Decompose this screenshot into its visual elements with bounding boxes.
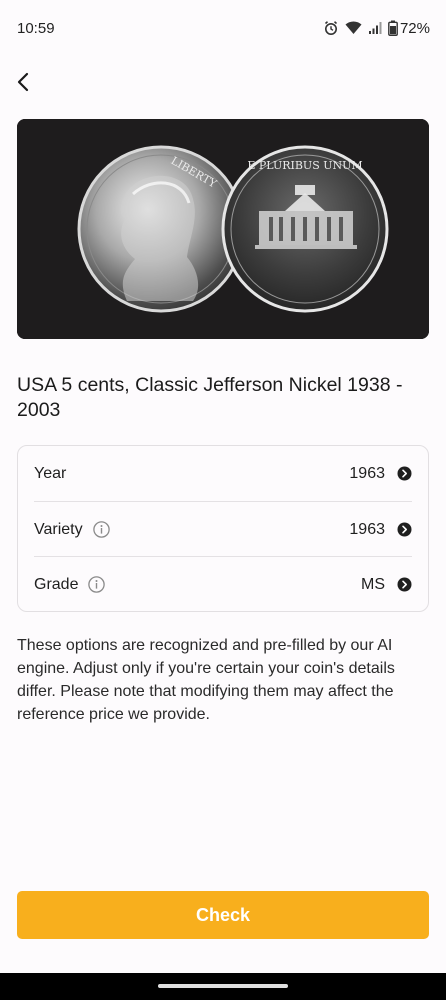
option-label-grade: Grade bbox=[34, 575, 79, 593]
status-bar: 10:59 72% bbox=[0, 0, 446, 56]
coin-title: USA 5 cents, Classic Jefferson Nickel 19… bbox=[17, 374, 403, 421]
chevron-right-circle-icon bbox=[397, 466, 412, 481]
wifi-icon bbox=[345, 21, 362, 35]
chevron-right-circle-icon bbox=[397, 522, 412, 537]
option-value-year: 1963 bbox=[349, 464, 385, 482]
option-label-year: Year bbox=[34, 464, 67, 482]
info-icon[interactable] bbox=[92, 521, 110, 538]
info-icon[interactable] bbox=[88, 576, 106, 593]
battery-icon bbox=[388, 20, 398, 36]
option-value-variety: 1963 bbox=[349, 520, 385, 538]
status-time: 10:59 bbox=[17, 19, 55, 37]
options-description: These options are recognized and pre-fil… bbox=[17, 637, 395, 723]
home-gesture-handle[interactable] bbox=[158, 984, 288, 988]
coin-obverse: LIBERTY bbox=[77, 145, 245, 313]
battery-percent: 72% bbox=[399, 19, 430, 37]
reverse-legend: E PLURIBUS UNUM bbox=[247, 159, 362, 172]
signal-icon bbox=[368, 21, 382, 35]
alarm-icon bbox=[323, 20, 339, 36]
option-row-grade[interactable]: Grade MS bbox=[34, 557, 412, 612]
coin-reverse: E PLURIBUS UNUM bbox=[221, 145, 389, 313]
check-button[interactable]: Check bbox=[17, 891, 429, 939]
chevron-left-icon bbox=[13, 71, 35, 98]
system-nav-bar bbox=[0, 973, 446, 1000]
coin-illustration: LIBERTY E PLURIBUS UNUM bbox=[17, 119, 429, 339]
back-button[interactable] bbox=[4, 64, 44, 104]
option-row-variety[interactable]: Variety 1963 bbox=[34, 502, 412, 557]
coin-options-card: Year 1963 Variety 1963 Grade MS bbox=[17, 445, 429, 612]
option-value-grade: MS bbox=[361, 575, 385, 593]
status-icons: 72% bbox=[323, 20, 430, 37]
option-label-variety: Variety bbox=[34, 520, 83, 538]
chevron-right-circle-icon bbox=[397, 577, 412, 592]
coin-photo: LIBERTY E PLURIBUS UNUM bbox=[17, 119, 429, 339]
option-row-year[interactable]: Year 1963 bbox=[34, 446, 412, 501]
